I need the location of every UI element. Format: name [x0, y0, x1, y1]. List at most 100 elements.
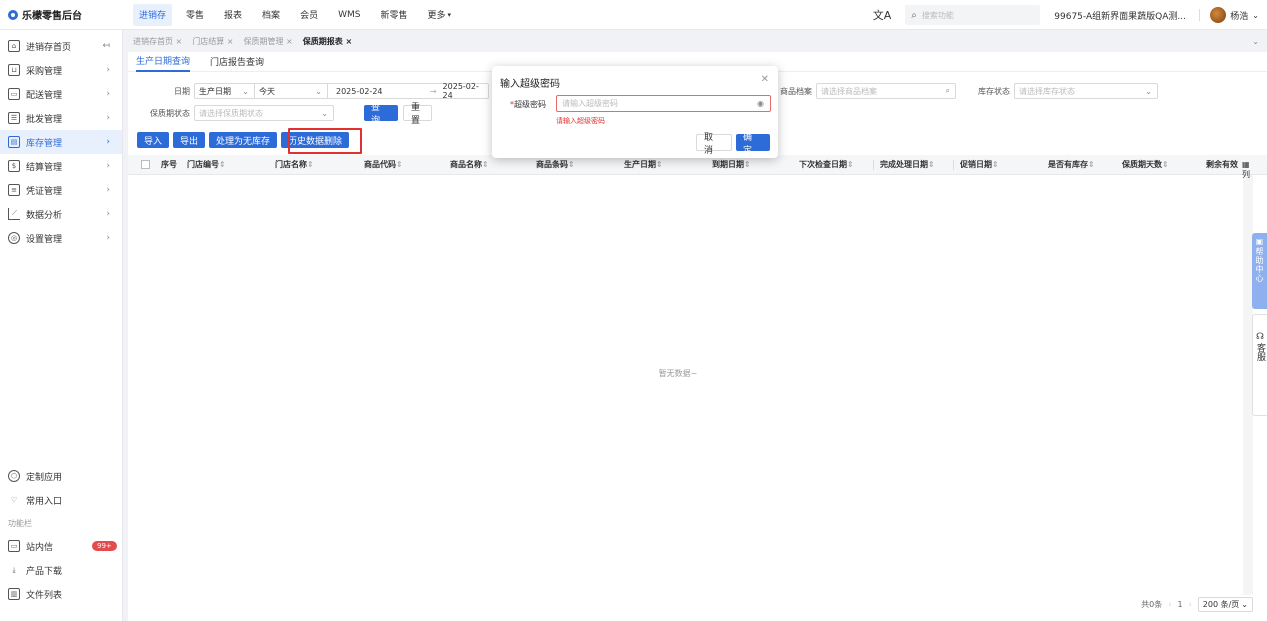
sidebar-item-settlement[interactable]: $ 结算管理 › [0, 154, 122, 178]
col-label: 是否有库存 [1048, 160, 1088, 169]
topnav-member[interactable]: 会员 [290, 0, 328, 30]
topnav-inventory[interactable]: 进销存 [133, 3, 173, 26]
tab-shelf-life-report[interactable]: 保质期报表 × [298, 36, 358, 47]
help-label: 帮助中心 [1255, 247, 1264, 283]
mark-no-stock-button[interactable]: 处理为无库存 [209, 132, 278, 148]
product-label: 商品档案 [780, 86, 812, 96]
next-page-icon[interactable]: › [1189, 600, 1192, 609]
sidebar-item-wholesale[interactable]: ☰ 批发管理 › [0, 106, 122, 130]
select-all-checkbox[interactable] [141, 160, 150, 169]
reset-button[interactable]: 重 置 [403, 103, 432, 126]
sidebar-item-label: 结算管理 [26, 162, 63, 173]
collapse-icon[interactable]: ↤ [102, 41, 110, 51]
subtab-store-report-query[interactable]: 门店报告查询 [210, 52, 264, 72]
sidebar-file-list[interactable]: ▥ 文件列表 [0, 582, 123, 606]
prev-page-icon[interactable]: ‹ [1168, 600, 1171, 609]
col-barcode[interactable]: 商品条码⇕ [536, 159, 575, 170]
sidebar-item-label: 进销存首页 [26, 42, 72, 53]
sidebar-item-purchase[interactable]: ⊔ 采购管理 › [0, 58, 122, 82]
col-has-stock[interactable]: 是否有库存⇕ [1048, 159, 1095, 170]
col-promo-date[interactable]: 促销日期⇕ [960, 159, 999, 170]
top-nav: 进销存 零售 报表 档案 会员 WMS 新零售 更多 ▾ [129, 0, 461, 30]
top-right: 文A ⌕ 搜索功能 99675-A组新界面果蔬版QA测... 杨浩 ⌄ [873, 0, 1267, 30]
org-selector[interactable]: 99675-A组新界面果蔬版QA测... [1050, 9, 1185, 22]
topnav-retail[interactable]: 零售 [176, 0, 214, 30]
query-button[interactable]: 查 询 [364, 103, 398, 126]
search-input[interactable]: ⌕ 搜索功能 [905, 5, 1041, 25]
date-range-input[interactable]: 2025-02-24 → 2025-02-24 [328, 82, 489, 100]
sidebar-messages[interactable]: ▭ 站内信 99+ [0, 534, 123, 558]
shelf-status-placeholder: 请选择保质期状态 [199, 108, 263, 118]
import-button[interactable]: 导入 [137, 132, 170, 148]
col-next-check-date[interactable]: 下次检查日期⇕ [799, 159, 854, 170]
topnav-new-retail[interactable]: 新零售 [370, 0, 417, 30]
user-menu[interactable]: 杨浩 ⌄ [1210, 7, 1259, 23]
file-list-icon: ▥ [8, 588, 20, 600]
page-number[interactable]: 1 [1177, 600, 1182, 609]
sidebar-common-entry[interactable]: ♡ 常用入口 [0, 488, 123, 512]
sidebar-item-analytics[interactable]: ⟋ 数据分析 › [0, 202, 122, 226]
shelf-status-select[interactable]: 请选择保质期状态 ⌄ [194, 105, 334, 121]
export-button[interactable]: 导出 [173, 132, 206, 148]
sort-icon: ⇕ [992, 160, 999, 169]
chevron-down-icon: ⌄ [321, 108, 328, 118]
col-store-name[interactable]: 门店名称⇕ [275, 159, 314, 170]
sidebar-item-distribution[interactable]: ▭ 配送管理 › [0, 82, 122, 106]
heart-icon: ♡ [10, 496, 18, 504]
topnav-more-label: 更多 [427, 11, 446, 21]
stock-status-select[interactable]: 请选择库存状态 ⌄ [1014, 83, 1158, 99]
chevron-down-icon: ⌄ [1145, 86, 1152, 96]
col-product-name[interactable]: 商品名称⇕ [450, 159, 489, 170]
col-product-code[interactable]: 商品代码⇕ [364, 159, 403, 170]
sidebar-item-voucher[interactable]: ≡ 凭证管理 › [0, 178, 122, 202]
col-shelf-days[interactable]: 保质期天数⇕ [1122, 159, 1169, 170]
product-select[interactable]: 请选择商品档案 ⌕ [816, 83, 956, 99]
close-icon[interactable]: ✕ [761, 74, 769, 85]
subtab-production-date-query[interactable]: 生产日期查询 [136, 52, 191, 72]
sidebar-item-inventory[interactable]: ▤ 库存管理 › [0, 130, 122, 154]
confirm-button[interactable]: 确 定 [736, 133, 770, 156]
help-center-widget[interactable]: ▣ 帮助中心 [1252, 233, 1267, 309]
tab-inventory-home[interactable]: 进销存首页 × [128, 36, 187, 47]
date-type-select[interactable]: 生产日期 ⌄ [194, 83, 254, 99]
topnav-more[interactable]: 更多 ▾ [417, 0, 461, 30]
brand[interactable]: 乐檬零售后台 [0, 0, 123, 30]
date-preset-select[interactable]: 今天 ⌄ [254, 83, 328, 99]
filter-row-2: 保质期状态 请选择保质期状态 ⌄ 查 询 重 置 [128, 103, 432, 126]
col-done-date[interactable]: 完成处理日期⇕ [880, 159, 935, 170]
sort-icon: ⇕ [219, 160, 226, 169]
sidebar-download[interactable]: ⤓ 产品下载 [0, 558, 123, 582]
column-settings[interactable]: ▦ 列 [1242, 160, 1250, 180]
settings-icon: ◎ [8, 232, 20, 244]
sort-icon: ⇕ [1088, 160, 1095, 169]
dialog-title: 输入超级密码 [500, 79, 560, 90]
message-icon: ▭ [8, 540, 20, 552]
brand-logo-icon [8, 9, 18, 20]
table-settings-icon: ▦ [1242, 160, 1250, 169]
top-bar: 乐檬零售后台 进销存 零售 报表 档案 会员 WMS 新零售 更多 ▾ 文A ⌕ … [0, 0, 1267, 30]
col-expiry-date[interactable]: 到期日期⇕ [712, 159, 751, 170]
topnav-archive[interactable]: 档案 [252, 0, 290, 30]
col-store-code[interactable]: 门店编号⇕ [187, 159, 226, 170]
truck-icon: ▭ [8, 88, 20, 100]
chevron-down-icon[interactable]: ⌄ [1252, 37, 1259, 46]
tab-store-settlement[interactable]: 门店结算 × [187, 36, 238, 47]
sidebar-custom-app[interactable]: ⬡ 定制应用 [0, 464, 123, 488]
col-label: 门店名称 [275, 160, 307, 169]
page-size-select[interactable]: 200 条/页 ⌄ [1197, 597, 1253, 612]
topnav-wms[interactable]: WMS [328, 0, 370, 30]
topnav-reports[interactable]: 报表 [214, 0, 252, 30]
pagination: 共0条 ‹ 1 › 200 条/页 ⌄ [1141, 597, 1253, 612]
sidebar-item-inventory-home[interactable]: ⌂ 进销存首页 ↤ [0, 34, 122, 58]
cancel-button[interactable]: 取 消 [696, 133, 732, 156]
chevron-down-icon: ▾ [447, 10, 452, 19]
super-password-input[interactable]: 请输入超级密码 ◉ [556, 95, 771, 112]
sidebar-item-settings[interactable]: ◎ 设置管理 › [0, 226, 122, 250]
eye-icon[interactable]: ◉ [757, 99, 764, 108]
tab-shelf-life-management[interactable]: 保质期管理 × [239, 36, 298, 47]
col-label: 完成处理日期 [880, 160, 928, 169]
customer-service-widget[interactable]: ☊ 客服 [1252, 314, 1267, 416]
translate-icon[interactable]: 文A [873, 7, 892, 23]
password-label: *超级密码 [510, 99, 546, 110]
col-production-date[interactable]: 生产日期⇕ [624, 159, 663, 170]
